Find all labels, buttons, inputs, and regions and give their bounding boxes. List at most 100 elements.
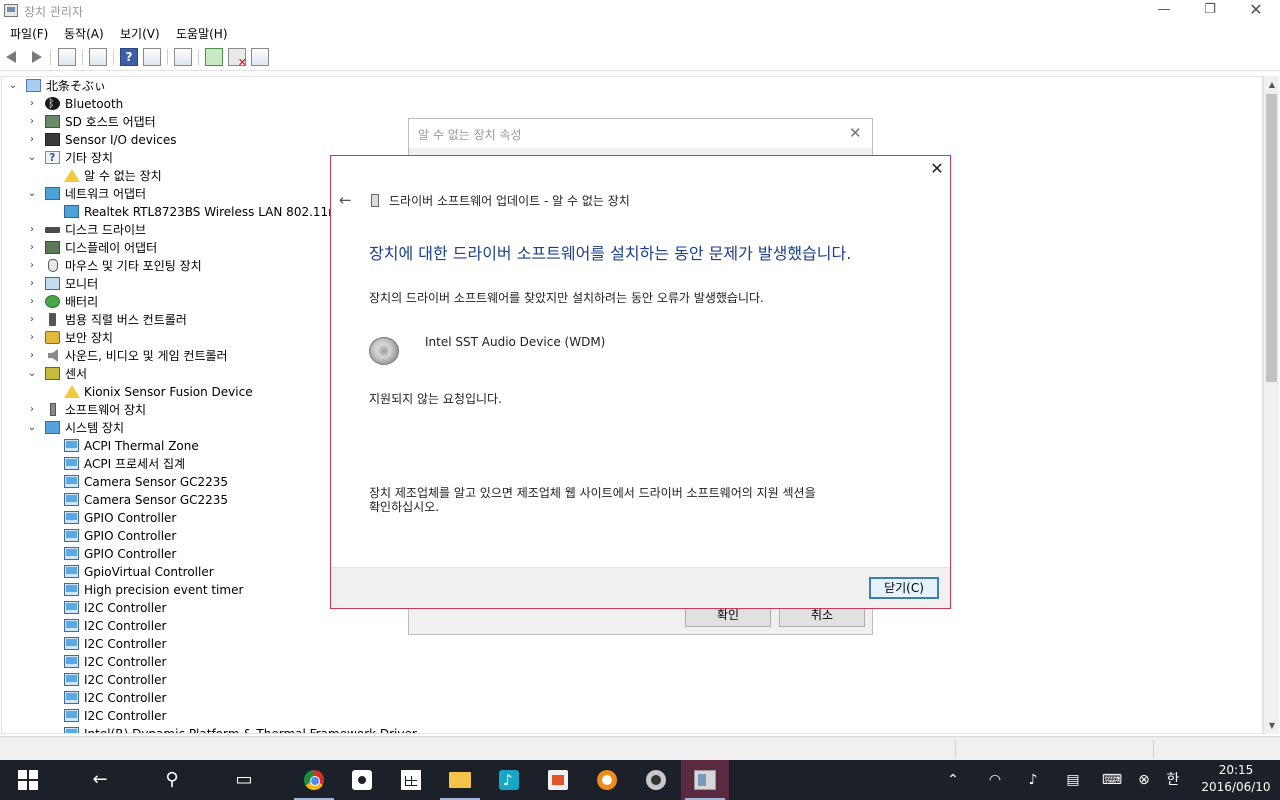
menu-help[interactable]: 도움말(H) xyxy=(176,25,228,42)
system-device-icon xyxy=(64,565,79,578)
restore-button[interactable]: ❐ xyxy=(1187,0,1233,22)
store-taskbar-button[interactable] xyxy=(387,760,435,800)
system-device-icon xyxy=(64,601,79,614)
wifi-icon: ◠ xyxy=(988,772,1002,788)
chrome-taskbar-button[interactable] xyxy=(290,760,338,800)
computer-icon xyxy=(26,79,41,92)
tree-item-label: GPIO Controller xyxy=(84,511,177,525)
expand-icon[interactable]: › xyxy=(25,293,39,311)
keyboard-tray-button[interactable]: ⌨ xyxy=(1098,760,1126,800)
collapse-icon[interactable]: ⌄ xyxy=(25,185,39,203)
tree-item-label: GPIO Controller xyxy=(84,529,177,543)
tray-x-button[interactable]: ⊗ xyxy=(1134,760,1154,800)
expand-icon[interactable]: › xyxy=(25,239,39,257)
expand-icon[interactable]: › xyxy=(25,95,39,113)
back-icon: ← xyxy=(92,769,108,790)
sensor-icon xyxy=(45,367,60,380)
dialog-title: 드라이버 소프트웨어 업데이트 - 알 수 없는 장치 xyxy=(389,194,630,208)
collapse-icon[interactable]: ⌄ xyxy=(6,77,20,95)
collapse-icon[interactable]: ⌄ xyxy=(25,365,39,383)
tree-item-label: ACPI 프로세서 집계 xyxy=(84,457,186,471)
tray-overflow-button[interactable]: ⌃ xyxy=(940,760,966,800)
close-circle-icon: ⊗ xyxy=(1138,772,1150,788)
properties-view-icon[interactable] xyxy=(58,48,76,66)
network-card-icon xyxy=(64,205,79,218)
clock[interactable]: 20:15 2016/06/10 xyxy=(1196,762,1276,796)
close-window-button[interactable]: ✕ xyxy=(1233,0,1279,22)
back-arrow-icon[interactable]: ← xyxy=(339,191,352,209)
expand-icon[interactable]: › xyxy=(25,257,39,275)
photo-taskbar-button[interactable] xyxy=(534,760,582,800)
expand-icon[interactable]: › xyxy=(25,275,39,293)
camera-taskbar-button[interactable] xyxy=(338,760,386,800)
mouse-icon xyxy=(48,259,58,272)
back-button[interactable]: ← xyxy=(76,760,124,800)
store-icon xyxy=(401,770,421,790)
start-icon xyxy=(18,770,38,790)
tree-item-label: ACPI Thermal Zone xyxy=(84,439,199,453)
explorer-taskbar-button[interactable] xyxy=(436,760,484,800)
menu-bar: 파일(F) 동작(A) 보기(V) 도움말(H) xyxy=(0,22,1280,43)
scroll-down-icon[interactable]: ▼ xyxy=(1264,717,1280,734)
disable-icon[interactable] xyxy=(251,48,269,66)
expand-icon[interactable]: › xyxy=(25,347,39,365)
search-button[interactable]: ⚲ xyxy=(148,760,196,800)
tree-item-label: 범용 직렬 버스 컨트롤러 xyxy=(65,313,187,327)
bird-taskbar-button[interactable] xyxy=(583,760,631,800)
back-icon[interactable] xyxy=(4,48,22,66)
help-icon[interactable]: ? xyxy=(120,48,138,66)
clock-date: 2016/06/10 xyxy=(1201,780,1271,794)
close-icon[interactable]: ✕ xyxy=(849,124,862,142)
hardware-icon xyxy=(371,194,379,207)
software-device-icon xyxy=(50,403,56,416)
expand-icon[interactable]: › xyxy=(25,113,39,131)
uninstall-icon[interactable] xyxy=(228,48,247,69)
network-tray-button[interactable]: ◠ xyxy=(982,760,1008,800)
close-dialog-button[interactable]: ✕ xyxy=(927,159,947,181)
start-button[interactable] xyxy=(4,760,52,800)
webcam-taskbar-button[interactable] xyxy=(632,760,680,800)
tree-item-label: 디스크 드라이브 xyxy=(65,223,147,237)
expand-icon[interactable]: › xyxy=(25,329,39,347)
list-view-icon[interactable] xyxy=(143,48,161,66)
notification-icon: ▤ xyxy=(1066,772,1080,788)
volume-tray-button[interactable]: ♪ xyxy=(1020,760,1046,800)
toolbar-separator xyxy=(82,49,83,65)
forward-icon[interactable] xyxy=(26,48,44,66)
keyboard-icon: ⌨ xyxy=(1101,772,1123,788)
collapse-icon[interactable]: ⌄ xyxy=(25,149,39,167)
menu-file[interactable]: 파일(F) xyxy=(10,25,48,42)
music-app-icon xyxy=(499,760,519,800)
expand-icon[interactable]: › xyxy=(25,401,39,419)
usb-controller-icon xyxy=(49,313,56,326)
ime-indicator[interactable]: 한 xyxy=(1162,760,1184,800)
menu-view[interactable]: 보기(V) xyxy=(120,25,160,42)
collapse-icon[interactable]: ⌄ xyxy=(25,419,39,437)
system-device-icon xyxy=(64,637,79,650)
expand-icon[interactable]: › xyxy=(25,311,39,329)
task-view-button[interactable]: ▭ xyxy=(220,760,268,800)
update-driver-icon[interactable] xyxy=(205,48,223,66)
tree-item-label: 마우스 및 기타 포인팅 장치 xyxy=(65,259,202,273)
menu-action[interactable]: 동작(A) xyxy=(64,25,104,42)
action-center-button[interactable]: ▤ xyxy=(1060,760,1086,800)
window-titlebar: 장치 관리자 — ❐ ✕ xyxy=(0,0,1280,22)
scroll-thumb[interactable] xyxy=(1266,94,1277,382)
minimize-button[interactable]: — xyxy=(1141,0,1187,22)
taskbar: ← ⚲ ▭ ⌃ ◠ ♪ ▤ ⌨ ⊗ 한 20:15 2016/06/10 xyxy=(0,760,1280,800)
expand-icon[interactable]: › xyxy=(25,221,39,239)
sd-host-icon xyxy=(45,115,60,128)
expand-icon[interactable]: › xyxy=(25,131,39,149)
search-icon: ⚲ xyxy=(165,769,179,790)
show-hidden-icon[interactable] xyxy=(89,48,107,66)
system-devices-icon xyxy=(45,421,60,434)
tree-scrollbar[interactable]: ▲ ▼ xyxy=(1263,76,1279,734)
close-button[interactable]: 닫기(C) xyxy=(869,577,939,599)
webcam-icon xyxy=(646,770,666,790)
status-bar xyxy=(0,736,1280,760)
scan-hardware-icon[interactable] xyxy=(174,48,192,66)
scroll-up-icon[interactable]: ▲ xyxy=(1264,76,1280,93)
device-manager-taskbar-button[interactable] xyxy=(681,760,729,800)
music-taskbar-button[interactable] xyxy=(485,760,533,800)
sensor-warning-icon xyxy=(64,385,80,398)
